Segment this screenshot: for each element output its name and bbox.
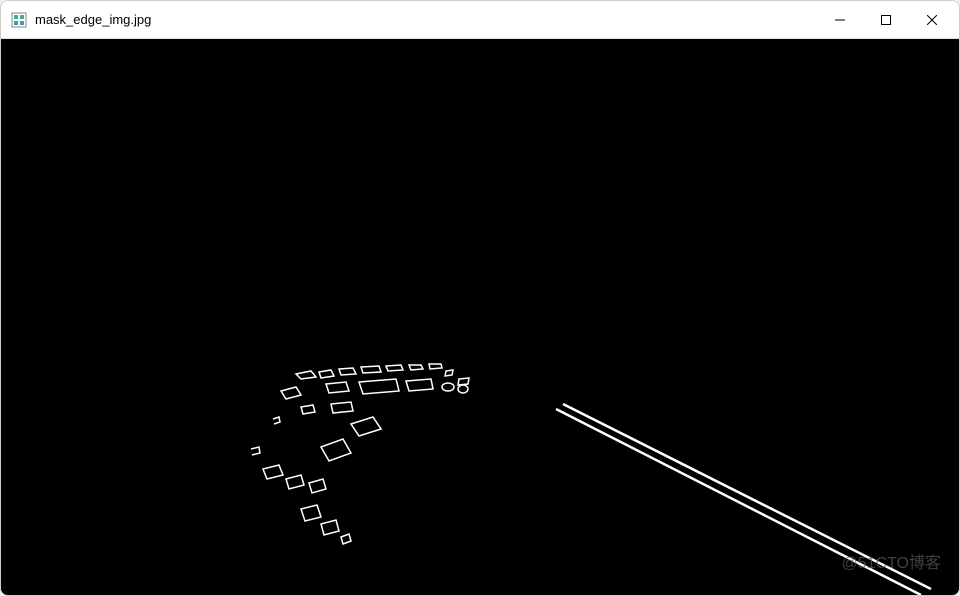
minimize-button[interactable] xyxy=(817,1,863,38)
minimize-icon xyxy=(835,15,845,25)
app-icon xyxy=(11,12,27,28)
edge-detection-image xyxy=(1,39,959,595)
maximize-icon xyxy=(881,15,891,25)
app-window: mask_edge_img.jpg xyxy=(0,0,960,596)
window-controls xyxy=(817,1,955,38)
watermark-text: @51CTO博客 xyxy=(841,549,941,573)
close-icon xyxy=(927,15,937,25)
image-content: @51CTO博客 xyxy=(1,39,959,595)
maximize-button[interactable] xyxy=(863,1,909,38)
close-button[interactable] xyxy=(909,1,955,38)
window-title: mask_edge_img.jpg xyxy=(35,12,151,27)
titlebar[interactable]: mask_edge_img.jpg xyxy=(1,1,959,39)
